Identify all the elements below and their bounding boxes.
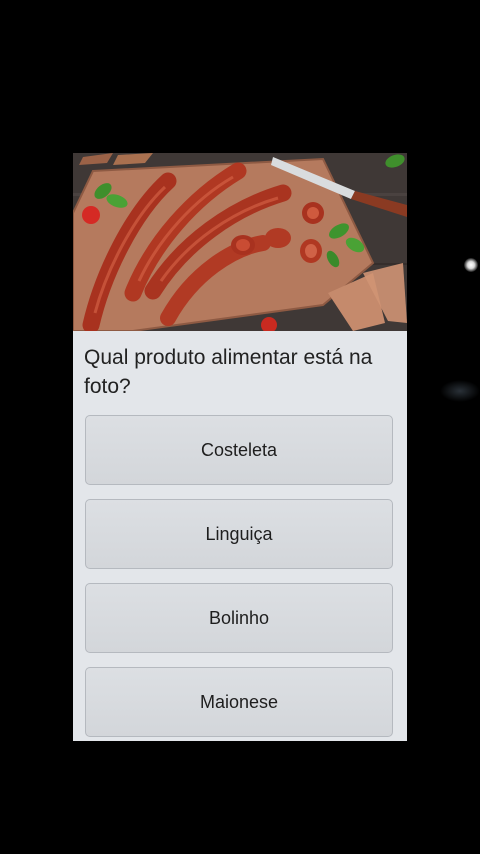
answer-label: Maionese xyxy=(199,691,279,712)
answer-button-bolinho[interactable]: Bolinho xyxy=(85,583,393,653)
answer-label: Costeleta xyxy=(200,439,278,460)
answer-button-linguica[interactable]: Linguiça xyxy=(85,499,393,569)
answer-button-costeleta[interactable]: Costeleta xyxy=(85,415,393,485)
background-glow xyxy=(440,380,480,402)
answer-label: Linguiça xyxy=(205,523,273,544)
answer-button-maionese[interactable]: Maionese xyxy=(85,667,393,737)
question-text: Qual produto alimentar está na foto? xyxy=(84,346,373,398)
answer-label: Bolinho xyxy=(208,607,270,628)
quiz-card: Qual produto alimentar está na foto? Cos… xyxy=(73,153,407,741)
sausages-photo xyxy=(73,153,407,331)
background-light xyxy=(464,258,478,272)
